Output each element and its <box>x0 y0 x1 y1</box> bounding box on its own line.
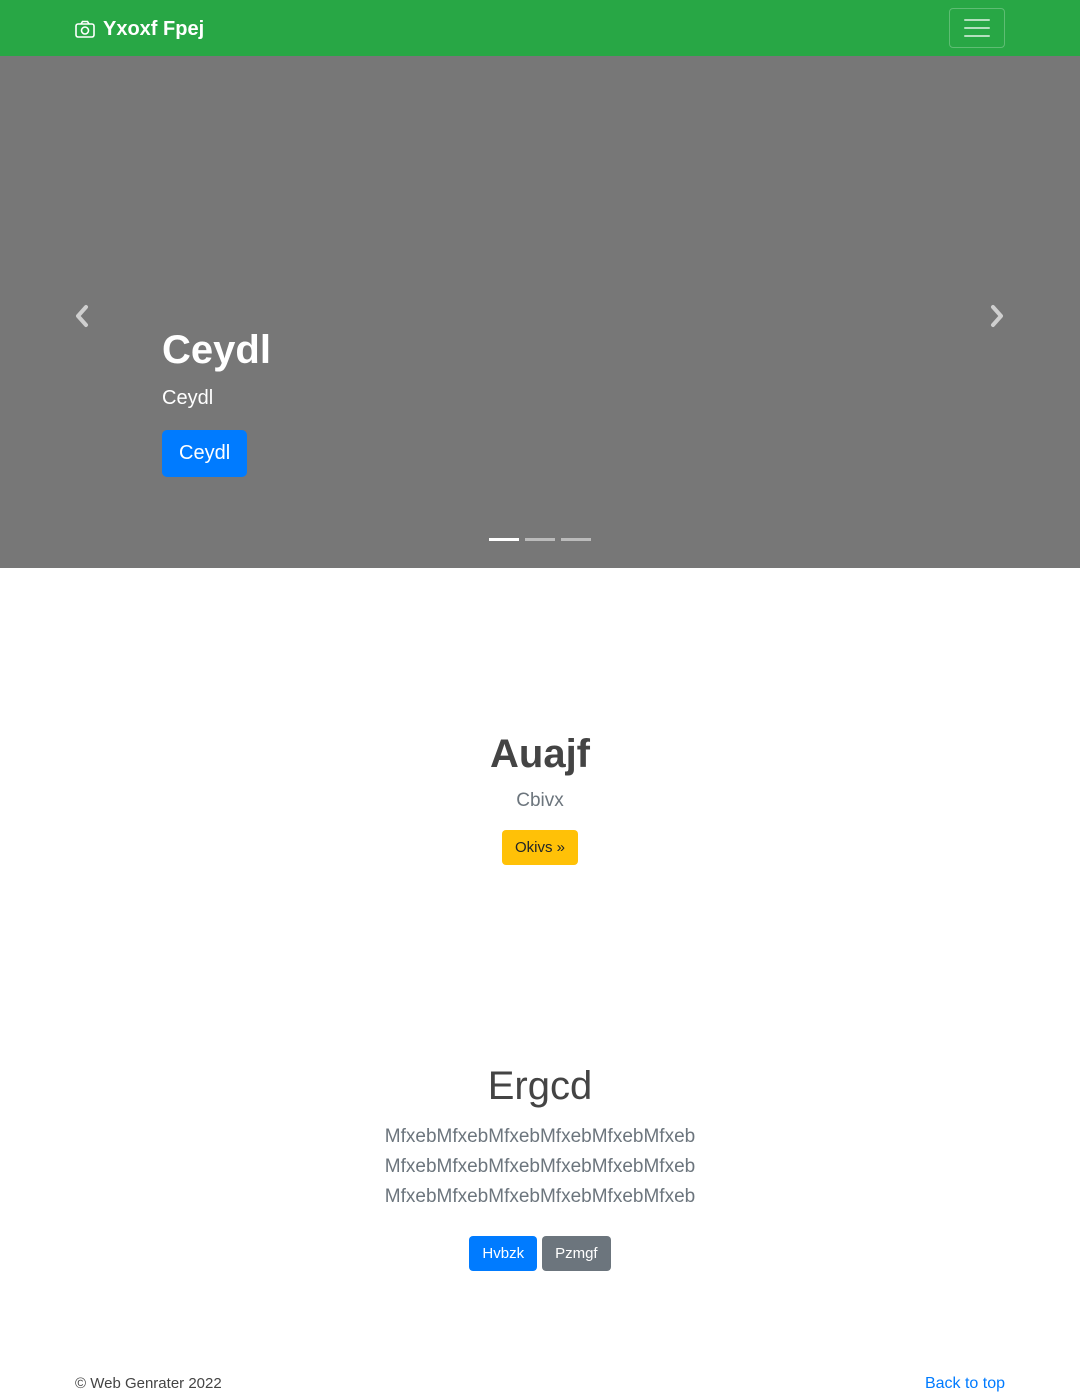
hamburger-menu-icon <box>964 19 990 21</box>
paragraph-line: MfxebMfxebMfxebMfxebMfxebMfxeb <box>384 1126 696 1147</box>
carousel-indicator-3[interactable] <box>561 538 591 541</box>
secondary-button[interactable]: Pzmgf <box>542 1236 611 1271</box>
jumbotron-button[interactable]: Okivs » <box>501 830 578 865</box>
brand-link[interactable]: Yxoxf Fpej <box>75 16 204 42</box>
carousel-indicators <box>489 538 591 541</box>
paragraph-line: MfxebMfxebMfxebMfxebMfxebMfxeb <box>384 1186 696 1207</box>
jumbotron: Auajf Cbivx Okivs » <box>0 730 1080 865</box>
paragraph-line: MfxebMfxebMfxebMfxebMfxebMfxeb <box>384 1156 696 1177</box>
top-navbar: Yxoxf Fpej <box>0 0 1080 56</box>
section-paragraph: MfxebMfxebMfxebMfxebMfxebMfxeb MfxebMfxe… <box>0 1122 1080 1212</box>
chevron-left-icon[interactable] <box>71 302 91 330</box>
camera-icon <box>75 20 95 38</box>
carousel-caption: Ceydl Ceydl Ceydl <box>162 326 271 477</box>
carousel-indicator-2[interactable] <box>525 538 555 541</box>
hero-carousel: Ceydl Ceydl Ceydl <box>0 56 1080 568</box>
section-buttons: Hvbzk Pzmgf <box>0 1236 1080 1271</box>
chevron-right-icon[interactable] <box>988 302 1008 330</box>
jumbotron-heading: Auajf <box>490 732 590 776</box>
back-to-top-link[interactable]: Back to top <box>925 1375 1005 1393</box>
carousel-subtitle: Ceydl <box>162 387 214 409</box>
carousel-indicator-1[interactable] <box>489 538 519 541</box>
footer-copyright: © Web Genrater 2022 <box>75 1375 222 1392</box>
jumbotron-lead: Cbivx <box>516 790 564 811</box>
section-heading: Ergcd <box>487 1064 593 1108</box>
carousel-cta-button[interactable]: Ceydl <box>162 430 248 477</box>
carousel-title: Ceydl <box>162 328 271 372</box>
brand-text: Yxoxf Fpej <box>103 17 205 40</box>
content-section: Ergcd MfxebMfxebMfxebMfxebMfxebMfxeb Mfx… <box>0 1062 1080 1271</box>
navbar-toggler-button[interactable] <box>949 8 1005 48</box>
primary-button[interactable]: Hvbzk <box>469 1236 538 1271</box>
